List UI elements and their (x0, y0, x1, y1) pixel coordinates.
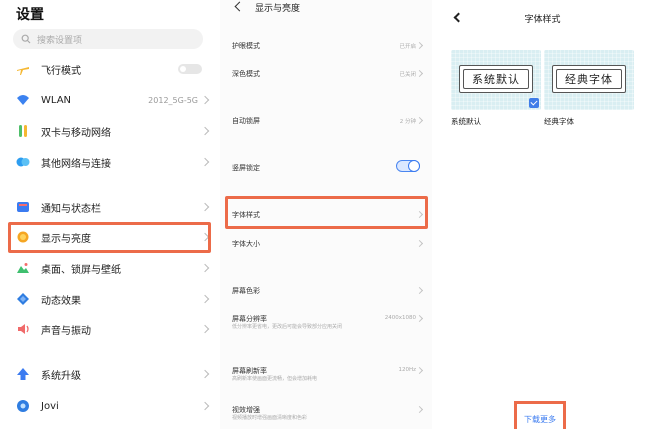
upgrade-icon (16, 367, 30, 381)
jovi-icon (16, 399, 30, 413)
chevron-right-icon (200, 324, 210, 334)
font-label: 经典字体 (544, 117, 574, 126)
settings-item-airplane[interactable]: 飞行模式 (0, 55, 216, 83)
back-icon[interactable] (234, 1, 245, 12)
checkmark-icon (529, 98, 539, 108)
item-description: 高刷新率使画面更流畅，但会增加耗电 (232, 376, 318, 382)
item-description: 低分辨率更省电，更改后可能会导致部分应用关闭 (232, 324, 343, 330)
settings-item-other-network[interactable]: 其他网络与连接 (0, 148, 216, 176)
display-item-refresh-rate[interactable]: 屏幕刷新率 高刷新率使画面更流畅，但会增加耗电 120Hz (220, 360, 432, 382)
airplane-icon (16, 62, 30, 76)
display-item-visual-enhance[interactable]: 视效增强 视频播放时增强画面清晰度和色彩 (220, 399, 432, 421)
download-more-label: 下载更多 (524, 415, 556, 424)
settings-item-label: 动态效果 (41, 295, 81, 307)
chevron-right-icon (200, 157, 210, 167)
settings-panel: 设置 搜索设置项 飞行模式 WLAN 2012_5G-5G 双卡与移动网络 其他… (0, 0, 216, 429)
item-label: 自动锁屏 (232, 117, 260, 125)
network-icon (16, 155, 30, 169)
settings-item-label: 飞行模式 (41, 65, 81, 77)
font-style-panel: 字体样式 系统默认 系统默认 经典字体 经典字体 下载更多 (435, 0, 650, 429)
chevron-right-icon (200, 95, 210, 105)
settings-item-label: Jovi (41, 400, 59, 412)
font-card-classic[interactable]: 经典字体 (544, 50, 634, 110)
item-label: 字体大小 (232, 240, 260, 248)
settings-item-wlan[interactable]: WLAN 2012_5G-5G (0, 86, 216, 114)
display-item-font-size[interactable]: 字体大小 (220, 233, 432, 255)
chevron-right-icon (415, 314, 424, 323)
display-item-resolution[interactable]: 屏幕分辨率 低分辨率更省电，更改后可能会导致部分应用关闭 2400x1080 (220, 308, 432, 330)
display-panel: 显示与亮度 护眼模式 已开启 深色模式 已关闭 自动锁屏 2 分钟 竖屏锁定 字… (220, 0, 432, 429)
item-label: 深色模式 (232, 70, 260, 78)
item-value: 120Hz (398, 367, 416, 373)
settings-item-label: WLAN (41, 94, 72, 106)
chevron-right-icon (415, 69, 424, 78)
settings-item-label: 其他网络与连接 (41, 158, 111, 170)
chevron-right-icon (200, 294, 210, 304)
font-preview-text: 经典字体 (565, 73, 613, 86)
item-description: 视频播放时增强画面清晰度和色彩 (232, 415, 308, 421)
search-placeholder: 搜索设置项 (37, 35, 83, 46)
wifi-icon (16, 93, 30, 107)
sound-icon (16, 322, 30, 336)
item-label: 屏幕色彩 (232, 287, 260, 295)
chevron-right-icon (415, 239, 424, 248)
page-title: 设置 (16, 7, 44, 23)
settings-item-label: 桌面、锁屏与壁纸 (41, 264, 121, 276)
chevron-right-icon (200, 202, 210, 212)
display-item-auto-lock[interactable]: 自动锁屏 2 分钟 (220, 110, 432, 132)
display-item-dark-mode[interactable]: 深色模式 已关闭 (220, 63, 432, 85)
display-item-eye-protection[interactable]: 护眼模式 已开启 (220, 35, 432, 57)
settings-item-sim[interactable]: 双卡与移动网络 (0, 117, 216, 145)
settings-item-sound[interactable]: 声音与振动 (0, 315, 216, 343)
font-label: 系统默认 (451, 117, 481, 126)
page-title: 显示与亮度 (255, 4, 301, 14)
sim-icon (16, 124, 30, 138)
chevron-right-icon (200, 126, 210, 136)
chevron-right-icon (200, 369, 210, 379)
item-label: 竖屏锁定 (232, 164, 260, 172)
highlight-box-font-style (225, 196, 428, 229)
settings-item-label: 通知与状态栏 (41, 203, 101, 215)
font-preview-text: 系统默认 (472, 73, 520, 86)
chevron-right-icon (415, 366, 424, 375)
item-value: 已开启 (399, 44, 416, 50)
settings-item-jovi[interactable]: Jovi (0, 392, 216, 420)
settings-item-motion[interactable]: 动态效果 (0, 285, 216, 313)
font-preview-frame: 经典字体 (552, 65, 626, 93)
display-item-screen-color[interactable]: 屏幕色彩 (220, 280, 432, 302)
page-title: 字体样式 (524, 15, 561, 25)
chevron-right-icon (415, 41, 424, 50)
wallpaper-icon (16, 261, 30, 275)
font-preview-inner: 经典字体 (556, 69, 622, 89)
item-value: 2400x1080 (384, 315, 416, 321)
settings-item-notification[interactable]: 通知与状态栏 (0, 193, 216, 221)
font-card-default[interactable]: 系统默认 (451, 50, 541, 110)
item-value: 2 分钟 (399, 119, 416, 125)
highlight-box-display (8, 222, 211, 253)
wlan-value: 2012_5G-5G (148, 95, 198, 105)
motion-icon (16, 292, 30, 306)
chevron-right-icon (200, 401, 210, 411)
portrait-lock-toggle[interactable] (396, 160, 420, 172)
item-value: 已关闭 (399, 72, 416, 78)
display-item-portrait-lock[interactable]: 竖屏锁定 (220, 157, 432, 179)
settings-item-upgrade[interactable]: 系统升级 (0, 360, 216, 388)
header: 显示与亮度 (220, 0, 432, 14)
chevron-right-icon (415, 116, 424, 125)
airplane-toggle[interactable] (178, 64, 202, 74)
settings-item-label: 声音与振动 (41, 325, 91, 337)
chevron-right-icon (415, 286, 424, 295)
search-input[interactable]: 搜索设置项 (13, 29, 203, 49)
search-icon (21, 34, 31, 44)
settings-item-wallpaper[interactable]: 桌面、锁屏与壁纸 (0, 254, 216, 282)
chevron-right-icon (415, 405, 424, 414)
settings-item-label: 系统升级 (41, 370, 81, 382)
chevron-right-icon (200, 263, 210, 273)
item-label: 护眼模式 (232, 42, 260, 50)
font-preview-inner: 系统默认 (463, 69, 529, 89)
notification-icon (16, 200, 30, 214)
settings-item-label: 双卡与移动网络 (41, 127, 111, 139)
font-preview-frame: 系统默认 (459, 65, 533, 93)
download-more-button[interactable]: 下载更多 (514, 401, 566, 429)
